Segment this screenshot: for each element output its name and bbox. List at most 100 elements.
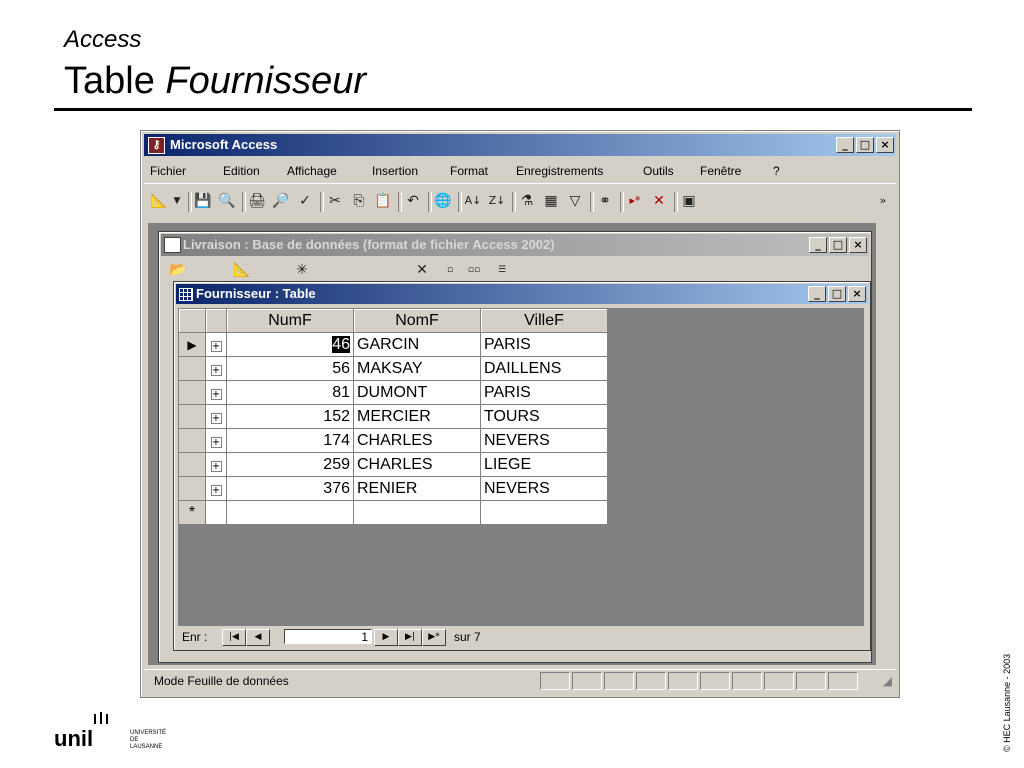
record-selector[interactable] [178, 428, 206, 453]
next-record-button[interactable]: ▶ [374, 629, 398, 646]
dropdown-arrow-icon[interactable]: ▼ [168, 193, 186, 209]
new-record-button[interactable]: ▶* [422, 629, 446, 646]
minimize-button[interactable]: _ [836, 137, 854, 153]
new-cell-villef[interactable] [480, 500, 608, 525]
large-icons-icon[interactable]: ▫ [441, 262, 459, 278]
open-icon[interactable]: 📂 [169, 262, 187, 278]
maximize-button[interactable]: □ [856, 137, 874, 153]
new-record-selector[interactable]: * [178, 500, 206, 525]
expand-icon[interactable]: + [210, 484, 222, 496]
paste-icon[interactable]: 📋 [374, 193, 392, 209]
new-cell-numf[interactable] [226, 500, 354, 525]
delete-icon[interactable]: ✕ [413, 262, 431, 278]
sort-ascending-icon[interactable]: A↓ [464, 193, 482, 209]
cell-nomf[interactable]: GARCIN [353, 332, 481, 357]
menu-fichier[interactable]: Fichier [150, 164, 186, 178]
cell-numf[interactable]: 46 [226, 332, 354, 357]
sort-descending-icon[interactable]: Z↓ [488, 193, 506, 209]
cell-villef[interactable]: NEVERS [480, 428, 608, 453]
cell-nomf[interactable]: MAKSAY [353, 356, 481, 381]
expand-icon[interactable]: + [210, 388, 222, 400]
database-window-icon[interactable]: ▣ [680, 193, 698, 209]
menu-affichage[interactable]: Affichage [287, 164, 337, 178]
record-selector[interactable] [178, 452, 206, 477]
db-close-button[interactable]: × [849, 237, 867, 253]
menu-fenetre[interactable]: Fenêtre [700, 164, 741, 178]
cell-villef[interactable]: LIEGE [480, 452, 608, 477]
list-view-icon[interactable]: ☰ [493, 262, 511, 278]
cell-numf[interactable]: 174 [226, 428, 354, 453]
design-view-icon[interactable]: 📐 [150, 193, 168, 209]
cell-nomf[interactable]: RENIER [353, 476, 481, 501]
search-icon[interactable]: 🔍 [218, 193, 236, 209]
delete-record-icon[interactable]: ✕ [650, 193, 668, 209]
filter-by-form-icon[interactable]: ▦ [542, 193, 560, 209]
menu-format[interactable]: Format [450, 164, 488, 178]
expand-icon[interactable]: + [210, 364, 222, 376]
column-header-villef[interactable]: VilleF [480, 308, 608, 333]
cell-nomf[interactable]: CHARLES [353, 452, 481, 477]
column-header-nomf[interactable]: NomF [353, 308, 481, 333]
cell-villef[interactable]: PARIS [480, 380, 608, 405]
column-header-numf[interactable]: NumF [226, 308, 354, 333]
db-maximize-button[interactable]: □ [829, 237, 847, 253]
menu-enregistrements[interactable]: Enregistrements [516, 164, 603, 178]
record-selector[interactable] [178, 356, 206, 381]
record-selector[interactable] [178, 404, 206, 429]
record-selector[interactable] [178, 380, 206, 405]
database-window-titlebar[interactable]: Livraison : Base de données (format de f… [161, 234, 869, 256]
cell-nomf[interactable]: MERCIER [353, 404, 481, 429]
last-record-button[interactable]: ▶| [398, 629, 422, 646]
expand-icon[interactable]: + [210, 460, 222, 472]
cell-numf[interactable]: 376 [226, 476, 354, 501]
cell-villef[interactable]: PARIS [480, 332, 608, 357]
new-cell-nomf[interactable] [353, 500, 481, 525]
expand-icon[interactable]: + [210, 412, 222, 424]
spelling-icon[interactable]: ✓ [296, 193, 314, 209]
select-all-corner[interactable] [178, 308, 206, 333]
save-icon[interactable]: 💾 [194, 193, 212, 209]
copy-icon[interactable]: ⎘ [350, 193, 368, 209]
db-minimize-button[interactable]: _ [809, 237, 827, 253]
menu-help[interactable]: ? [773, 164, 780, 178]
record-number-field[interactable]: 1 [284, 629, 372, 644]
app-titlebar[interactable]: ⚷ Microsoft Access _ □ × [144, 134, 896, 156]
table-minimize-button[interactable]: _ [808, 286, 826, 302]
close-button[interactable]: × [876, 137, 894, 153]
cell-villef[interactable]: NEVERS [480, 476, 608, 501]
cell-villef[interactable]: TOURS [480, 404, 608, 429]
cell-nomf[interactable]: DUMONT [353, 380, 481, 405]
design-icon[interactable]: 📐 [233, 262, 251, 278]
table-window-titlebar[interactable]: Fournisseur : Table _ □ × [176, 284, 868, 304]
hyperlink-icon[interactable]: 🌐 [434, 193, 452, 209]
access-key-icon[interactable]: ⚷ [148, 137, 165, 154]
menu-insertion[interactable]: Insertion [372, 164, 418, 178]
expand-icon[interactable]: + [210, 436, 222, 448]
print-preview-icon[interactable]: 🔎 [272, 193, 290, 209]
previous-record-button[interactable]: ◀ [246, 629, 270, 646]
first-record-button[interactable]: |◀ [222, 629, 246, 646]
menu-outils[interactable]: Outils [643, 164, 674, 178]
cell-villef[interactable]: DAILLENS [480, 356, 608, 381]
undo-icon[interactable]: ↶ [404, 193, 422, 209]
cell-numf[interactable]: 152 [226, 404, 354, 429]
menu-edition[interactable]: Edition [223, 164, 260, 178]
cell-numf[interactable]: 56 [226, 356, 354, 381]
record-selector[interactable] [178, 476, 206, 501]
new-record-icon[interactable]: ▸* [626, 193, 644, 209]
apply-filter-icon[interactable]: ▽ [566, 193, 584, 209]
filter-by-selection-icon[interactable]: ⚗ [518, 193, 536, 209]
table-maximize-button[interactable]: □ [828, 286, 846, 302]
resize-grip-icon[interactable]: ◢ [883, 674, 892, 688]
more-icon[interactable]: » [874, 193, 892, 209]
record-selector-current[interactable]: ▶ [178, 332, 206, 357]
print-icon[interactable]: 🖨 [248, 193, 266, 209]
cell-numf[interactable]: 259 [226, 452, 354, 477]
cell-nomf[interactable]: CHARLES [353, 428, 481, 453]
small-icons-icon[interactable]: ▫▫ [465, 262, 483, 278]
table-close-button[interactable]: × [848, 286, 866, 302]
cut-icon[interactable]: ✂ [326, 193, 344, 209]
new-object-icon[interactable]: ✳ [293, 262, 311, 278]
expand-icon[interactable]: + [210, 340, 222, 352]
cell-numf[interactable]: 81 [226, 380, 354, 405]
